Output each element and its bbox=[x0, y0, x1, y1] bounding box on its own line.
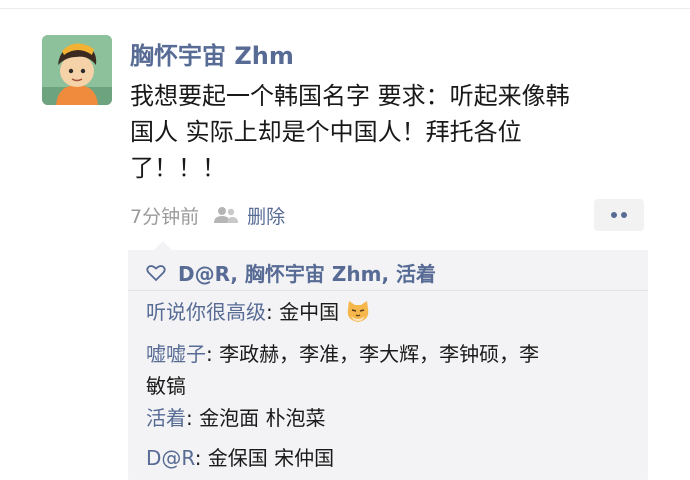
comment-author[interactable]: D@R bbox=[146, 446, 195, 470]
comment-text: 李政赫，李准，李大辉，李钟硕，李 bbox=[219, 342, 540, 366]
visibility-people-icon bbox=[214, 207, 239, 223]
more-actions-button[interactable] bbox=[594, 199, 644, 231]
comment-author[interactable]: 活着 bbox=[146, 406, 186, 430]
post-time: 7分钟前 bbox=[130, 205, 200, 228]
avatar-illustration bbox=[42, 35, 112, 105]
comments-panel: D@R, 胸怀宇宙 Zhm, 活着 听说你很高级: 金中国 嘘嘘子: 李政赫，李… bbox=[128, 241, 648, 480]
heart-icon bbox=[146, 264, 166, 281]
likes-names[interactable]: D@R, 胸怀宇宙 Zhm, 活着 bbox=[178, 258, 436, 287]
comment-author[interactable]: 嘘嘘子 bbox=[146, 342, 206, 366]
likes-row: D@R, 胸怀宇宙 Zhm, 活着 bbox=[146, 258, 436, 287]
comment-text: 敏镐 bbox=[146, 374, 186, 398]
comment-text: 金中国 bbox=[279, 300, 340, 324]
comment-author[interactable]: 听说你很高级 bbox=[146, 300, 266, 324]
more-dots-icon bbox=[611, 212, 627, 218]
comment-item[interactable]: 嘘嘘子: 李政赫，李准，李大辉，李钟硕，李 敏镐 bbox=[146, 338, 636, 402]
likes-divider bbox=[128, 290, 648, 291]
comment-text: 金保国 宋仲国 bbox=[207, 446, 335, 470]
cat-emoji-icon bbox=[348, 301, 369, 322]
post-content-line: 国人 实际上却是个中国人！拜托各位 bbox=[130, 118, 522, 146]
comment-separator: : bbox=[266, 300, 280, 324]
comment-separator: : bbox=[206, 342, 220, 366]
comment-text: 金泡面 朴泡菜 bbox=[199, 406, 326, 430]
post-content-line: 我想要起一个韩国名字 要求：听起来像韩 bbox=[130, 82, 570, 110]
comment-item[interactable]: 活着: 金泡面 朴泡菜 bbox=[146, 402, 636, 434]
comment-item[interactable]: D@R: 金保国 宋仲国 bbox=[146, 442, 636, 474]
top-divider bbox=[0, 8, 690, 9]
post-content: 我想要起一个韩国名字 要求：听起来像韩 国人 实际上却是个中国人！拜托各位 了！… bbox=[130, 78, 660, 186]
comment-item[interactable]: 听说你很高级: 金中国 bbox=[146, 296, 636, 328]
delete-button[interactable]: 删除 bbox=[247, 202, 285, 229]
comment-separator: : bbox=[194, 446, 208, 470]
comment-separator: : bbox=[186, 406, 200, 430]
post-author[interactable]: 胸怀宇宙 Zhm bbox=[130, 36, 294, 71]
post-meta: 7分钟前 删除 bbox=[130, 202, 285, 228]
avatar[interactable] bbox=[42, 35, 112, 105]
post-content-line: 了！！！ bbox=[130, 154, 226, 182]
